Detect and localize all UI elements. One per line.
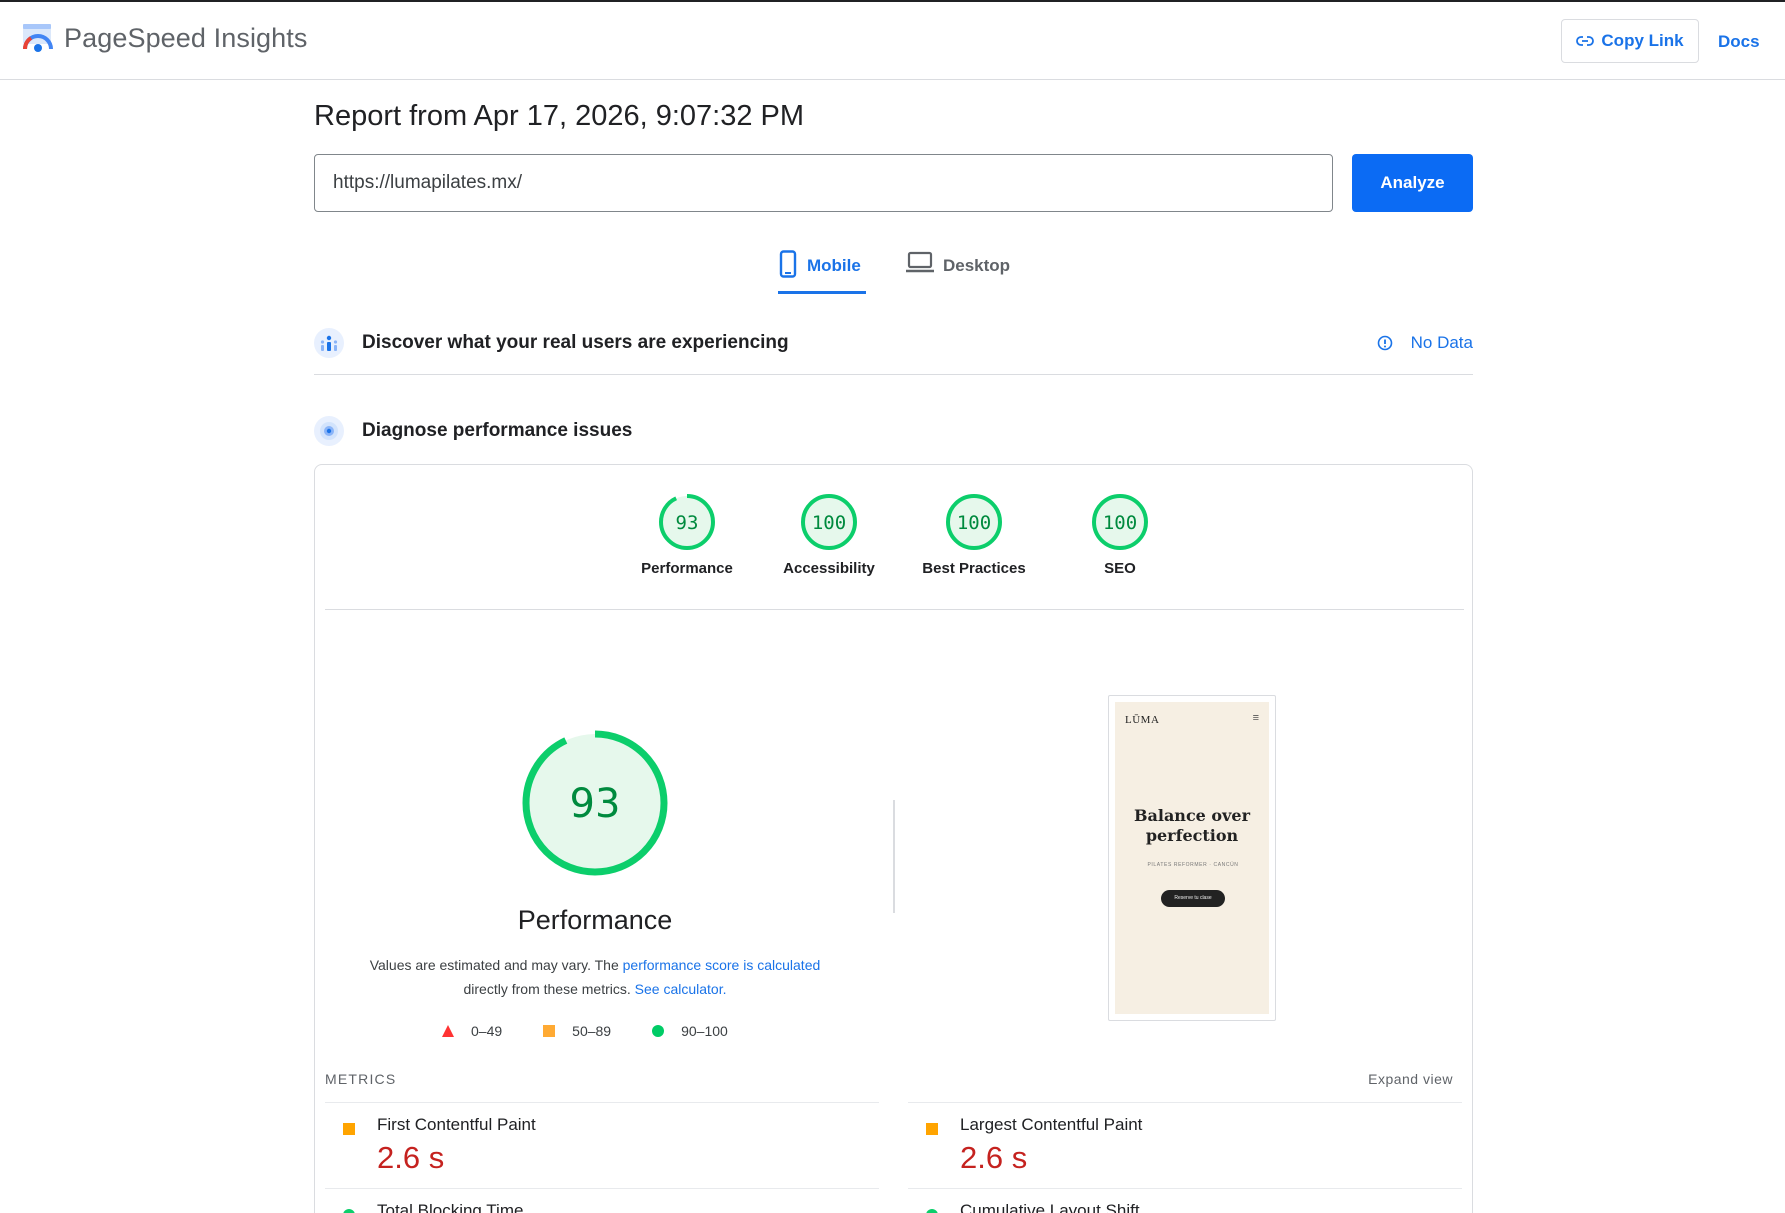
metric-fcp: First Contentful Paint 2.6 s: [325, 1102, 879, 1176]
metrics-heading: METRICS: [325, 1071, 397, 1087]
tab-desktop-label: Desktop: [943, 256, 1011, 275]
performance-score-large: 93: [570, 781, 621, 827]
gauges-divider: [325, 609, 1464, 610]
field-data-title: Discover what your real users are experi…: [362, 331, 789, 353]
gauge-ring-performance: 93: [659, 494, 715, 550]
average-square-icon: [343, 1123, 355, 1135]
analyze-button[interactable]: Analyze: [1352, 154, 1473, 212]
gauge-accessibility[interactable]: 100 Accessibility: [764, 493, 894, 577]
copy-link-button[interactable]: Copy Link: [1561, 19, 1699, 63]
users-icon: [314, 327, 344, 358]
pass-circle-icon: [926, 1209, 938, 1213]
gauge-value-accessibility: 100: [812, 512, 846, 534]
legend-pass: 90–100: [651, 1023, 728, 1039]
score-gauges: 93 Performance 100 Accessibility 100 Bes…: [315, 493, 1474, 577]
metric-tbt-label: Total Blocking Time: [377, 1201, 524, 1213]
gauge-label-seo: SEO: [1104, 560, 1136, 577]
url-input[interactable]: [314, 154, 1333, 212]
gauge-seo[interactable]: 100 SEO: [1055, 493, 1185, 577]
metric-lcp-label: Largest Contentful Paint: [960, 1115, 1143, 1134]
pass-circle-icon: [652, 1025, 665, 1037]
tab-mobile-label: Mobile: [807, 256, 861, 275]
metric-lcp: Largest Contentful Paint 2.6 s: [908, 1102, 1462, 1176]
legend-pass-range: 90–100: [681, 1023, 728, 1039]
metric-fcp-value: 2.6 s: [377, 1140, 445, 1175]
brand[interactable]: PageSpeed Insights: [22, 22, 307, 54]
screenshot-tagline-text: PILATES REFORMER · CANCÚN: [1147, 862, 1239, 868]
legend-average: 50–89: [542, 1023, 611, 1039]
docs-link[interactable]: Docs: [1718, 32, 1760, 52]
gauge-label-performance: Performance: [641, 560, 733, 577]
gauge-value-best-practices: 100: [957, 512, 991, 534]
gauge-best-practices[interactable]: 100 Best Practices: [909, 493, 1039, 577]
copy-link-label: Copy Link: [1601, 31, 1684, 50]
explain-middle: directly from these metrics.: [463, 981, 635, 997]
see-calculator-link[interactable]: See calculator.: [635, 981, 727, 997]
legend-fail-range: 0–49: [471, 1023, 503, 1039]
gauge-value-seo: 100: [1103, 512, 1137, 534]
gauge-ring-accessibility: 100: [801, 494, 857, 550]
metric-tbt: Total Blocking Time: [325, 1188, 879, 1213]
legend-average-range: 50–89: [572, 1023, 612, 1039]
performance-title: Performance: [517, 905, 673, 935]
laptop-icon: [906, 251, 934, 273]
diagnose-section: Diagnose performance issues: [314, 414, 1473, 448]
no-data-label: No Data: [1410, 332, 1473, 352]
average-square-icon: [543, 1025, 556, 1037]
gauge-ring-best-practices: 100: [946, 494, 1002, 550]
screenshot-headline: Balance over perfection: [1133, 806, 1251, 845]
performance-score-link[interactable]: performance score is calculated: [623, 957, 821, 973]
tab-desktop[interactable]: Desktop: [906, 250, 1010, 294]
diagnose-title: Diagnose performance issues: [362, 420, 633, 441]
lab-report-card: 93 Performance 100 Accessibility 100 Bes…: [314, 464, 1473, 1213]
metric-cls: Cumulative Layout Shift: [908, 1188, 1462, 1213]
phone-icon: [779, 250, 797, 278]
lighthouse-icon: [314, 416, 344, 446]
field-data-section: Discover what your real users are experi…: [314, 325, 1473, 375]
screenshot-tagline: PILATES REFORMER · CANCÚN: [1133, 862, 1253, 868]
gauge-label-best-practices: Best Practices: [922, 560, 1026, 577]
vertical-divider: [893, 800, 895, 913]
pagespeed-logo-icon: [22, 24, 53, 52]
legend-fail: 0–49: [441, 1023, 502, 1039]
expand-view-toggle[interactable]: Expand view: [1368, 1071, 1453, 1087]
gauge-ring-seo: 100: [1092, 494, 1148, 550]
top-app-bar: PageSpeed Insights Copy Link Docs: [0, 0, 1785, 80]
screenshot-cta: Reserve tu clase: [1161, 890, 1225, 907]
score-legend: 0–49 50–89 90–100: [441, 1023, 768, 1039]
pass-circle-icon: [343, 1209, 355, 1213]
screenshot-canvas: LŪMA ≡ Balance over perfection PILATES R…: [1115, 702, 1269, 1014]
fail-triangle-icon: [442, 1025, 454, 1037]
performance-gauge-large: 93: [522, 730, 668, 876]
average-square-icon: [926, 1123, 938, 1135]
report-title: Report from Apr 17, 2026, 9:07:32 PM: [314, 100, 805, 132]
link-icon: [1576, 36, 1595, 46]
no-data-status[interactable]: No Data: [1377, 333, 1473, 353]
gauge-performance[interactable]: 93 Performance: [622, 493, 752, 577]
explain-prefix: Values are estimated and may vary. The: [369, 957, 623, 973]
gauge-label-accessibility: Accessibility: [783, 560, 875, 577]
tab-mobile[interactable]: Mobile: [778, 250, 866, 294]
metric-cls-label: Cumulative Layout Shift: [960, 1201, 1140, 1213]
page-screenshot[interactable]: LŪMA ≡ Balance over perfection PILATES R…: [1108, 695, 1276, 1021]
metric-lcp-value: 2.6 s: [960, 1140, 1028, 1175]
screenshot-logo: LŪMA: [1125, 714, 1160, 726]
performance-explanation: Values are estimated and may vary. The p…: [355, 953, 835, 1001]
hamburger-icon: ≡: [1252, 712, 1259, 724]
gauge-value-performance: 93: [676, 512, 699, 534]
info-icon: [1377, 335, 1392, 350]
app-name: PageSpeed Insights: [64, 22, 308, 53]
metric-fcp-label: First Contentful Paint: [377, 1115, 536, 1134]
